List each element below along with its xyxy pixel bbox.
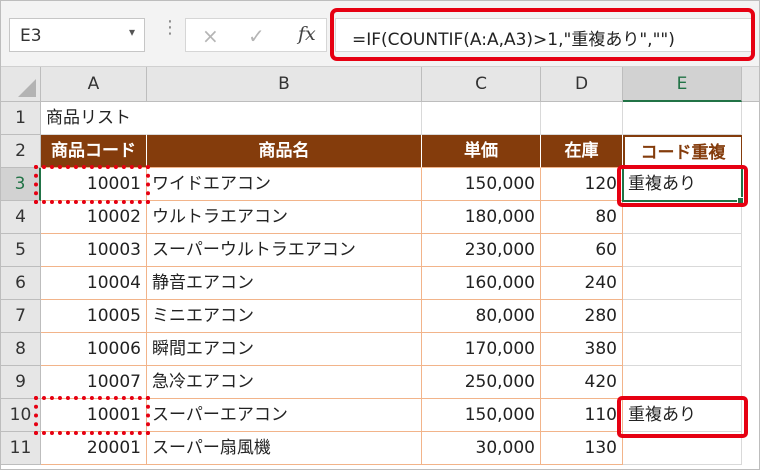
formula-highlight-box	[330, 8, 755, 61]
row-header-8[interactable]: 8	[1, 333, 41, 366]
cell-code[interactable]: 10005	[41, 300, 147, 333]
cell-price[interactable]: 230,000	[422, 234, 541, 267]
cell-price[interactable]: 180,000	[422, 201, 541, 234]
duplicate-result-highlight	[617, 165, 748, 207]
cell-price[interactable]: 150,000	[422, 399, 541, 432]
cell-stock[interactable]: 240	[541, 267, 623, 300]
header-cell-dup[interactable]: コード重複	[623, 135, 742, 168]
select-all-icon	[18, 79, 36, 97]
enter-icon[interactable]: ✓	[248, 24, 265, 48]
cell-duplicate[interactable]	[623, 366, 742, 399]
cell-stock[interactable]: 60	[541, 234, 623, 267]
insert-function-icon[interactable]: fx	[298, 23, 316, 45]
cell-name[interactable]: スーパーエアコン	[147, 399, 422, 432]
cell-name[interactable]: スーパー扇風機	[147, 432, 422, 465]
cell-empty[interactable]	[623, 102, 742, 135]
worksheet-grid[interactable]: A B C D E 1 2 3 4 5 6 7 8 9 10 11 商品リスト 商品コード 商品名 単価 在庫 コード重複…	[1, 67, 759, 469]
cell-empty[interactable]	[541, 102, 623, 135]
cell-empty[interactable]	[422, 102, 541, 135]
cell-code[interactable]: 20001	[41, 432, 147, 465]
cell-duplicate[interactable]	[623, 333, 742, 366]
column-header-c[interactable]: C	[422, 67, 541, 102]
cell-name[interactable]: ワイドエアコン	[147, 168, 422, 201]
duplicate-result-highlight	[617, 396, 748, 438]
cell-stock[interactable]: 420	[541, 366, 623, 399]
cell-code[interactable]: 10004	[41, 267, 147, 300]
cell-name[interactable]: ミニエアコン	[147, 300, 422, 333]
row-header-9[interactable]: 9	[1, 366, 41, 399]
cell-name[interactable]: スーパーウルトラエアコン	[147, 234, 422, 267]
cell-stock[interactable]: 110	[541, 399, 623, 432]
duplicate-code-marker	[34, 165, 150, 204]
select-all-corner[interactable]	[1, 67, 41, 102]
cell-name[interactable]: ウルトラエアコン	[147, 201, 422, 234]
row-header-5[interactable]: 5	[1, 234, 41, 267]
cell-code[interactable]: 10007	[41, 366, 147, 399]
cell-stock[interactable]: 380	[541, 333, 623, 366]
cell-price[interactable]: 250,000	[422, 366, 541, 399]
name-box[interactable]: E3 ▾	[9, 18, 145, 52]
cell-a1-title[interactable]: 商品リスト	[41, 102, 147, 135]
row-header-4[interactable]: 4	[1, 201, 41, 234]
cancel-icon[interactable]: ×	[202, 24, 219, 48]
header-cell-name[interactable]: 商品名	[147, 135, 422, 168]
cell-stock[interactable]: 80	[541, 201, 623, 234]
chevron-down-icon[interactable]: ▾	[129, 25, 135, 39]
header-cell-code[interactable]: 商品コード	[41, 135, 147, 168]
cell-code[interactable]: 10003	[41, 234, 147, 267]
header-cell-stock[interactable]: 在庫	[541, 135, 623, 168]
column-header-a[interactable]: A	[41, 67, 147, 102]
cell-code[interactable]: 10006	[41, 333, 147, 366]
row-header-11[interactable]: 11	[1, 432, 41, 465]
cell-duplicate[interactable]	[623, 300, 742, 333]
cell-name[interactable]: 瞬間エアコン	[147, 333, 422, 366]
cell-price[interactable]: 80,000	[422, 300, 541, 333]
cell-duplicate[interactable]	[623, 234, 742, 267]
cell-code[interactable]: 10002	[41, 201, 147, 234]
cell-duplicate[interactable]	[623, 267, 742, 300]
column-header-e[interactable]: E	[623, 67, 742, 102]
cell-stock[interactable]: 120	[541, 168, 623, 201]
cell-stock[interactable]: 130	[541, 432, 623, 465]
formula-bar: E3 ▾ ⋮ × ✓ fx =IF(COUNTIF(A:A,A3)>1,"重複あ…	[1, 1, 759, 67]
cell-price[interactable]: 30,000	[422, 432, 541, 465]
row-header-1[interactable]: 1	[1, 102, 41, 135]
column-header-filler	[742, 67, 759, 102]
spreadsheet-window: E3 ▾ ⋮ × ✓ fx =IF(COUNTIF(A:A,A3)>1,"重複あ…	[0, 0, 760, 470]
cell-stock[interactable]: 280	[541, 300, 623, 333]
formula-buttons: × ✓ fx	[185, 18, 327, 52]
cell-price[interactable]: 170,000	[422, 333, 541, 366]
drag-handle-icon[interactable]: ⋮	[161, 17, 179, 38]
row-header-7[interactable]: 7	[1, 300, 41, 333]
row-header-6[interactable]: 6	[1, 267, 41, 300]
cell-price[interactable]: 160,000	[422, 267, 541, 300]
duplicate-code-marker	[34, 396, 150, 435]
column-header-d[interactable]: D	[541, 67, 623, 102]
name-box-value: E3	[20, 26, 42, 46]
cell-name[interactable]: 急冷エアコン	[147, 366, 422, 399]
row-header-2[interactable]: 2	[1, 135, 41, 168]
column-header-b[interactable]: B	[147, 67, 422, 102]
cell-price[interactable]: 150,000	[422, 168, 541, 201]
cell-empty[interactable]	[147, 102, 422, 135]
cell-name[interactable]: 静音エアコン	[147, 267, 422, 300]
header-cell-price[interactable]: 単価	[422, 135, 541, 168]
